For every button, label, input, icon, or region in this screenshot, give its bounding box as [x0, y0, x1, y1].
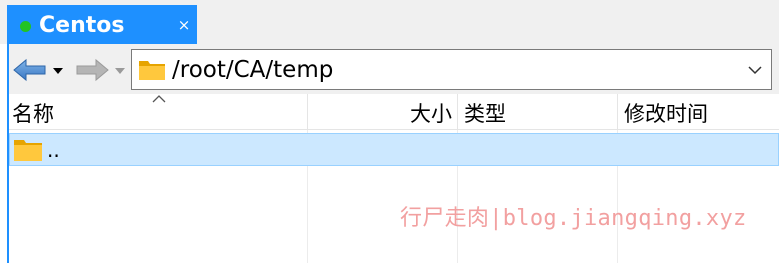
address-bar[interactable]: /root/CA/temp — [131, 49, 772, 90]
list-item-parent-directory[interactable]: .. — [9, 133, 779, 166]
watermark-text: 行尸走肉|blog.jiangqing.xyz — [400, 206, 747, 231]
session-tab-centos[interactable]: Centos × — [7, 5, 197, 44]
back-arrow-icon[interactable] — [12, 58, 48, 82]
column-header-modified[interactable]: 修改时间 — [617, 94, 779, 130]
tab-title: Centos — [39, 13, 125, 38]
forward-dropdown-icon[interactable] — [112, 58, 128, 82]
folder-icon — [139, 61, 165, 80]
tab-strip: Centos × — [0, 0, 779, 44]
column-header-row: 名称 大小 类型 修改时间 — [9, 94, 779, 130]
forward-arrow-icon[interactable] — [74, 58, 110, 82]
sort-ascending-icon — [152, 95, 166, 103]
column-header-size[interactable]: 大小 — [307, 94, 457, 130]
back-dropdown-icon[interactable] — [50, 58, 66, 82]
file-list: 名称 大小 类型 修改时间 .. — [9, 94, 779, 263]
list-item-name: .. — [47, 138, 60, 162]
folder-icon — [14, 140, 42, 161]
column-header-type[interactable]: 类型 — [457, 94, 617, 130]
address-path[interactable]: /root/CA/temp — [172, 54, 333, 86]
chevron-down-icon[interactable] — [747, 62, 763, 78]
connection-status-dot — [20, 21, 31, 32]
close-tab-button[interactable]: × — [173, 14, 195, 36]
